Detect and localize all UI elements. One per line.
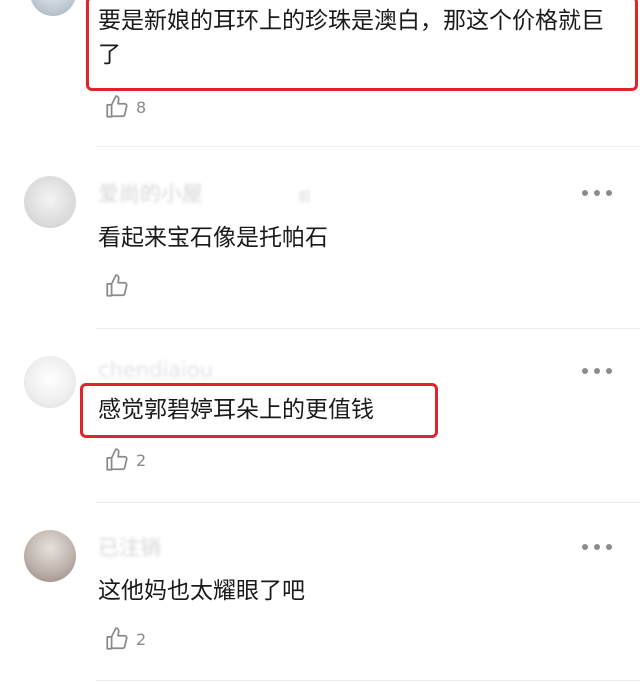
comment-text: 感觉郭碧婷耳朵上的更值钱	[98, 397, 374, 423]
thumbs-up-icon	[106, 448, 128, 471]
avatar[interactable]	[30, 0, 76, 16]
divider	[96, 328, 640, 329]
like-count: 2	[136, 629, 147, 649]
comment-text: 看起来宝石像是托帕石	[98, 225, 328, 251]
username[interactable]: 已注销	[98, 532, 161, 562]
like-button[interactable]: 2	[104, 626, 146, 652]
username[interactable]: chendiaiou	[98, 358, 213, 382]
timestamp: 前	[298, 190, 312, 205]
username[interactable]: 爱尚的小屋	[98, 178, 203, 208]
avatar[interactable]	[24, 530, 76, 582]
like-button[interactable]: 8	[104, 94, 146, 120]
divider	[96, 146, 640, 147]
like-count: 8	[136, 97, 147, 117]
divider	[96, 502, 640, 503]
thumbs-up-icon	[106, 274, 128, 297]
more-horizontal-icon	[582, 190, 588, 196]
comment-text: 要是新娘的耳环上的珍珠是澳白，那这个价格就巨了	[98, 8, 604, 68]
divider	[96, 680, 640, 681]
avatar[interactable]	[24, 176, 76, 228]
like-button[interactable]	[104, 273, 136, 299]
more-horizontal-icon	[582, 544, 588, 550]
more-options-button[interactable]	[582, 186, 612, 200]
more-options-button[interactable]	[582, 540, 612, 554]
avatar[interactable]	[24, 356, 76, 408]
more-horizontal-icon	[582, 368, 588, 374]
more-options-button[interactable]	[582, 364, 612, 378]
comment-text: 这他妈也太耀眼了吧	[98, 578, 305, 604]
thumbs-up-icon	[106, 627, 128, 650]
like-button[interactable]: 2	[104, 447, 146, 473]
thumbs-up-icon	[106, 95, 128, 118]
like-count: 2	[136, 450, 147, 470]
